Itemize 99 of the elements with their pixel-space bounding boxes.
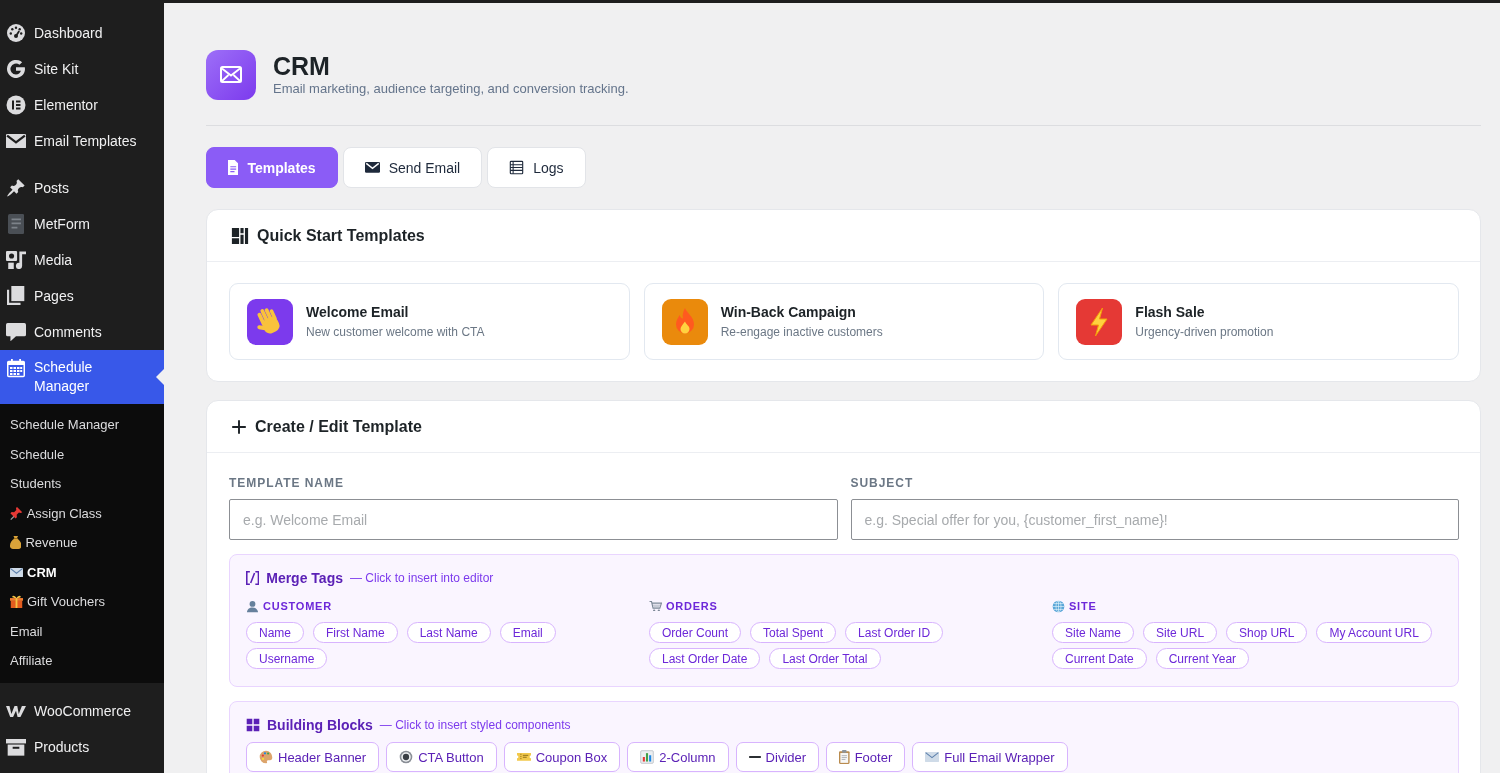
merge-tag[interactable]: Total Spent — [750, 622, 837, 643]
globe-icon — [1052, 599, 1065, 613]
radio-button-icon — [399, 750, 414, 764]
money-bag-icon — [10, 536, 22, 550]
insert-block-button[interactable]: Header Banner — [246, 742, 380, 772]
menu-item[interactable]: Products — [0, 729, 164, 766]
media-icon — [6, 250, 26, 270]
document-icon — [228, 160, 239, 175]
bar-chart-icon — [640, 750, 655, 764]
w-logo-icon — [6, 705, 26, 717]
menu-item[interactable]: Dashboard — [0, 15, 164, 51]
section-title: Quick Start Templates — [257, 226, 425, 245]
cart-icon — [649, 600, 662, 612]
field-label: SUBJECT — [850, 476, 915, 490]
envelope-icon — [364, 162, 380, 173]
shortcode-icon — [246, 571, 260, 585]
ticket-icon — [516, 753, 531, 761]
submenu-item[interactable]: Assign Class — [0, 498, 164, 528]
text-field[interactable]: e.g. Welcome Email — [229, 499, 838, 540]
submenu-item[interactable]: Students — [0, 469, 164, 499]
submenu-item[interactable]: Revenue — [0, 528, 164, 558]
envelope-icon — [925, 751, 940, 763]
tab[interactable]: Send Email — [342, 147, 483, 188]
layout-icon — [231, 226, 249, 245]
submenu-item[interactable]: Gift Vouchers — [0, 587, 164, 617]
envelope-icon — [206, 50, 256, 100]
pushpin-icon — [6, 178, 26, 198]
insert-block-button[interactable]: Divider — [735, 742, 820, 772]
menu-item[interactable]: Pages — [0, 278, 164, 314]
merge-tag[interactable]: Site Name — [1052, 622, 1135, 643]
speech-bubble-icon — [6, 322, 26, 342]
submenu-item[interactable]: CRM — [0, 557, 164, 587]
menu-item[interactable]: WooCommerce — [0, 693, 164, 730]
group-label: CUSTOMER — [263, 599, 332, 613]
envelope-icon — [10, 567, 23, 577]
menu-item[interactable]: Schedule Manager — [0, 350, 164, 404]
menu-item[interactable]: Posts — [0, 170, 164, 206]
merge-tag[interactable]: My Account URL — [1316, 622, 1432, 643]
merge-tag[interactable]: Order Count — [649, 622, 742, 643]
calendar-icon — [6, 358, 26, 378]
panel-hint: — Click to insert into editor — [350, 571, 494, 585]
merge-tag[interactable]: Current Date — [1052, 648, 1147, 669]
page-title: CRM — [273, 52, 331, 80]
insert-block-button[interactable]: 2-Column — [627, 742, 729, 772]
list-icon — [509, 160, 525, 175]
insert-block-button[interactable]: CTA Button — [386, 742, 497, 772]
text-field[interactable]: e.g. Special offer for you, {customer_first_name}! — [850, 499, 1459, 540]
merge-tag[interactable]: Name — [246, 622, 304, 643]
merge-tag[interactable]: Last Order ID — [845, 622, 944, 643]
submenu-item[interactable]: Affiliate — [0, 646, 164, 676]
menu-item[interactable]: Elementor — [0, 87, 164, 123]
gauge-icon — [6, 23, 26, 43]
merge-tag[interactable]: Shop URL — [1226, 622, 1308, 643]
merge-tag[interactable]: Site URL — [1143, 622, 1218, 643]
person-icon — [246, 599, 259, 613]
page-subtitle: Email marketing, audience targeting, and conversion tracking. — [273, 80, 629, 98]
insert-block-button[interactable]: Footer — [826, 742, 906, 772]
insert-block-button[interactable]: Coupon Box — [503, 742, 621, 772]
tab[interactable]: Logs — [487, 147, 586, 188]
panel-title: Building Blocks — [267, 717, 373, 733]
envelope-icon — [6, 133, 26, 149]
template-card[interactable]: Welcome Email New customer welcome with CTA — [229, 283, 630, 360]
submenu-item[interactable]: Schedule Manager — [0, 410, 164, 440]
merge-tag[interactable]: Last Order Total — [769, 648, 881, 669]
section-title: Create / Edit Template — [255, 417, 422, 436]
gift-icon — [10, 595, 23, 609]
form-icon — [7, 214, 25, 234]
merge-tag[interactable]: Last Order Date — [649, 648, 761, 669]
merge-tag[interactable]: First Name — [313, 622, 398, 643]
archive-box-icon — [6, 739, 26, 756]
group-label: ORDERS — [666, 599, 718, 613]
minus-icon — [748, 756, 761, 758]
circle-logo-icon — [6, 95, 26, 115]
clipboard-icon — [839, 750, 850, 764]
panel-hint: — Click to insert styled components — [379, 718, 571, 732]
group-label: SITE — [1069, 599, 1097, 613]
merge-tag[interactable]: Last Name — [406, 622, 491, 643]
g-logo-icon — [6, 59, 26, 79]
merge-tag[interactable]: Current Year — [1155, 648, 1250, 669]
template-card[interactable]: Win-Back Campaign Re-engage inactive customers — [643, 283, 1045, 360]
grid-icon — [246, 718, 260, 732]
submenu-item[interactable]: Email — [0, 616, 164, 646]
menu-item[interactable]: MetForm — [0, 206, 164, 242]
insert-block-button[interactable]: Full Email Wrapper — [912, 742, 1068, 772]
pushpin-icon — [10, 506, 23, 520]
merge-tag[interactable]: Username — [246, 648, 328, 669]
panel-title: Merge Tags — [266, 570, 343, 586]
template-card[interactable]: Flash Sale Urgency-driven promotion — [1058, 283, 1459, 360]
plus-icon — [231, 418, 247, 435]
palette-icon — [259, 750, 273, 764]
menu-item[interactable]: Site Kit — [0, 51, 164, 87]
menu-item[interactable]: Comments — [0, 314, 164, 350]
pages-icon — [7, 286, 25, 306]
merge-tag[interactable]: Email — [499, 622, 556, 643]
menu-item[interactable]: Email Templates — [0, 123, 164, 159]
tab[interactable]: Templates — [206, 147, 338, 188]
field-label: TEMPLATE NAME — [229, 476, 345, 490]
submenu-item[interactable]: Schedule — [0, 439, 164, 469]
menu-item[interactable]: Media — [0, 242, 164, 278]
